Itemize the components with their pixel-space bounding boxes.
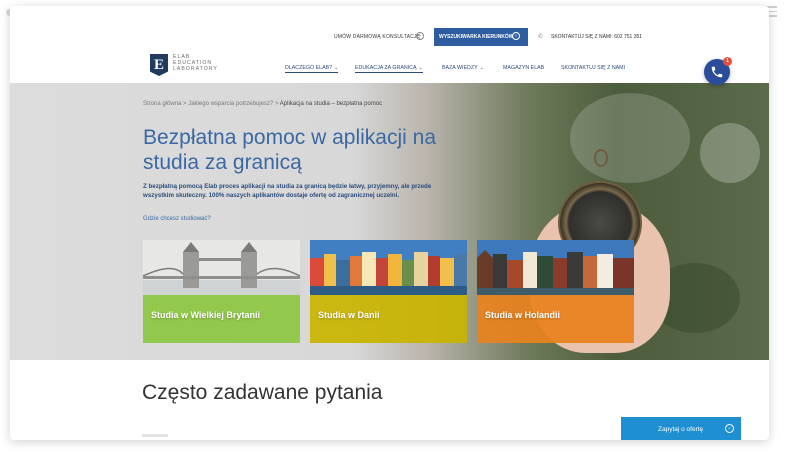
faq-heading: Często zadawane pytania bbox=[142, 381, 383, 404]
nav-why-elab[interactable]: Dlaczego Elab? ⌄ bbox=[285, 65, 339, 73]
faq-tab-stub bbox=[142, 434, 168, 437]
course-search-button[interactable]: Wyszukiwarka kierunków › bbox=[434, 28, 528, 46]
course-search-label: Wyszukiwarka kierunków bbox=[439, 34, 514, 40]
breadcrumb-separator: > bbox=[274, 101, 279, 107]
copenhagen-nyhavn-image bbox=[310, 240, 467, 295]
nav-magazine[interactable]: Magazyn Elab bbox=[503, 65, 544, 71]
hero-photo-bokeh bbox=[700, 123, 760, 183]
chevron-down-icon: ⌄ bbox=[479, 65, 484, 71]
elab-logo-mark[interactable]: E bbox=[150, 54, 168, 76]
page-title: Bezpłatna pomoc w aplikacji na studia za… bbox=[143, 126, 436, 174]
hero-section: Strona główna > Jakiego wsparcia potrzeb… bbox=[10, 83, 769, 360]
card-study-uk[interactable]: Studia w Wielkiej Brytanii bbox=[143, 240, 300, 343]
free-consultation-link[interactable]: Umów darmową konsultację bbox=[334, 34, 420, 40]
compass-ring bbox=[594, 149, 608, 167]
nav-contact[interactable]: Skontaktuj się z nami bbox=[561, 65, 625, 71]
study-destination-prompt: Gdzie chcesz studiować? bbox=[143, 216, 211, 222]
nav-label: Baza wiedzy bbox=[442, 65, 478, 71]
card-study-netherlands[interactable]: Studia w Holandii bbox=[477, 240, 634, 343]
browser-page: Umów darmową konsultację › Wyszukiwarka … bbox=[10, 6, 769, 440]
tower-bridge-image bbox=[143, 240, 300, 295]
card-label: Studia w Danii bbox=[318, 310, 380, 320]
nav-label: Edukacja za granicą bbox=[355, 65, 417, 71]
phone-icon: ✆ bbox=[538, 34, 544, 40]
amsterdam-canal-image bbox=[477, 240, 634, 295]
phone-icon bbox=[711, 66, 723, 78]
breadcrumb: Strona główna > Jakiego wsparcia potrzeb… bbox=[143, 101, 382, 107]
chevron-right-circle-icon: › bbox=[512, 32, 520, 40]
ask-about-offer-label: Zapytaj o ofertę bbox=[658, 426, 704, 433]
ask-about-offer-button[interactable]: Zapytaj o ofertę ⌄ bbox=[621, 417, 741, 440]
chevron-down-icon: ⌄ bbox=[725, 424, 734, 433]
breadcrumb-current: Aplikacja na studia – bezpłatna pomoc bbox=[279, 101, 383, 107]
breadcrumb-home[interactable]: Strona główna bbox=[143, 101, 181, 107]
breadcrumb-separator: > bbox=[183, 101, 187, 107]
chevron-right-circle-icon[interactable]: › bbox=[416, 32, 424, 40]
nav-education-abroad[interactable]: Edukacja za granicą ⌄ bbox=[355, 65, 423, 73]
card-study-denmark[interactable]: Studia w Danii bbox=[310, 240, 467, 343]
contact-phone[interactable]: Skontaktuj się z nami: 602 751 351 bbox=[551, 34, 642, 40]
hero-description: Z bezpłatną pomocą Elab proces aplikacji… bbox=[143, 183, 432, 199]
elab-logo-text[interactable]: ELAB EDUCATION LABORATORY bbox=[173, 54, 218, 72]
nav-knowledge-base[interactable]: Baza wiedzy ⌄ bbox=[442, 65, 484, 71]
chevron-down-icon: ⌄ bbox=[334, 65, 339, 71]
notification-badge: 1 bbox=[723, 57, 732, 66]
top-bar: Umów darmową konsultację › Wyszukiwarka … bbox=[10, 28, 769, 50]
nav-label: Dlaczego Elab? bbox=[285, 65, 333, 71]
card-label: Studia w Wielkiej Brytanii bbox=[151, 310, 260, 320]
chevron-down-icon: ⌄ bbox=[418, 65, 423, 71]
hero-photo-bokeh bbox=[570, 93, 690, 183]
card-label: Studia w Holandii bbox=[485, 310, 561, 320]
phone-call-button[interactable]: 1 bbox=[704, 57, 732, 85]
logo-line: LABORATORY bbox=[173, 66, 218, 72]
breadcrumb-parent[interactable]: Jakiego wsparcia potrzebujesz? bbox=[188, 101, 273, 107]
